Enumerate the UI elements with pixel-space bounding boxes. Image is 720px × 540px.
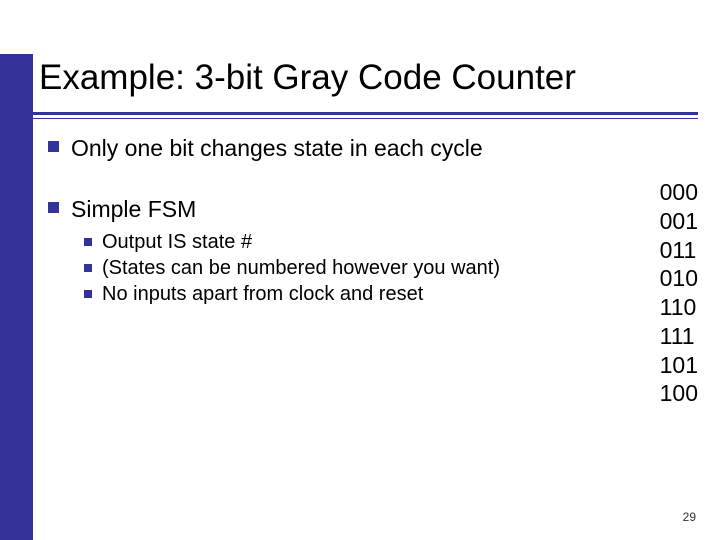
gray-code-sequence: 000 001 011 010 110 111 101 100 bbox=[660, 178, 698, 408]
code-value: 101 bbox=[660, 351, 698, 380]
bullet-text: Output IS state # bbox=[102, 231, 252, 254]
bullet-level1: Simple FSM bbox=[48, 196, 600, 223]
top-left-spacer bbox=[0, 0, 33, 54]
bullet-level2: No inputs apart from clock and reset bbox=[84, 283, 600, 306]
bullet-level2: (States can be numbered however you want… bbox=[84, 257, 600, 280]
code-value: 010 bbox=[660, 264, 698, 293]
title-underline-thin bbox=[33, 118, 698, 119]
code-value: 110 bbox=[660, 293, 698, 322]
bullet-level1: Only one bit changes state in each cycle bbox=[48, 135, 600, 162]
bullet-text: (States can be numbered however you want… bbox=[102, 257, 500, 280]
content-area: Only one bit changes state in each cycle… bbox=[48, 135, 600, 309]
bullet-text: Simple FSM bbox=[71, 196, 196, 223]
code-value: 001 bbox=[660, 207, 698, 236]
square-bullet-icon bbox=[84, 264, 92, 272]
slide-title: Example: 3-bit Gray Code Counter bbox=[33, 58, 700, 98]
code-value: 100 bbox=[660, 379, 698, 408]
bullet-text: No inputs apart from clock and reset bbox=[102, 283, 423, 306]
code-value: 000 bbox=[660, 178, 698, 207]
title-underline-thick bbox=[33, 112, 698, 115]
code-value: 111 bbox=[660, 322, 698, 351]
square-bullet-icon bbox=[84, 290, 92, 298]
square-bullet-icon bbox=[48, 202, 59, 213]
bullet-level2: Output IS state # bbox=[84, 231, 600, 254]
square-bullet-icon bbox=[48, 141, 59, 152]
square-bullet-icon bbox=[84, 238, 92, 246]
code-value: 011 bbox=[660, 236, 698, 265]
page-number: 29 bbox=[683, 510, 696, 524]
side-accent-band bbox=[0, 54, 33, 540]
bullet-text: Only one bit changes state in each cycle bbox=[71, 135, 483, 162]
